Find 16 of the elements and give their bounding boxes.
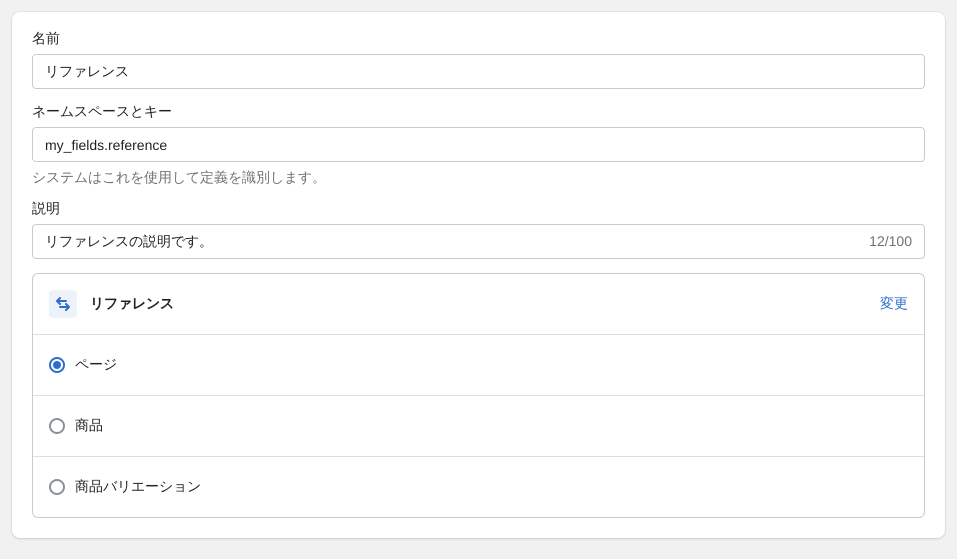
help-text: システムはこれを使用して定義を識別します。 — [32, 169, 327, 186]
character-counter: 12/100 — [869, 233, 912, 249]
input-field[interactable]: リファレンス — [32, 54, 925, 89]
option-label[interactable]: 商品バリエーション — [75, 478, 201, 496]
swap-arrows-icon — [49, 290, 77, 318]
reference-title: リファレンス — [90, 295, 175, 313]
radio-button[interactable] — [49, 479, 65, 495]
option-label[interactable]: 商品 — [75, 417, 103, 435]
field-label: ネームスペースとキー — [32, 103, 173, 120]
radio-button[interactable] — [49, 418, 65, 434]
field-label: 名前 — [32, 30, 61, 47]
field-label: 説明 — [32, 200, 61, 217]
change-link[interactable]: 変更 — [880, 295, 908, 313]
option-label[interactable]: ページ — [75, 356, 117, 374]
input-field[interactable]: my_fields.reference — [32, 127, 925, 162]
radio-button[interactable] — [49, 357, 65, 373]
